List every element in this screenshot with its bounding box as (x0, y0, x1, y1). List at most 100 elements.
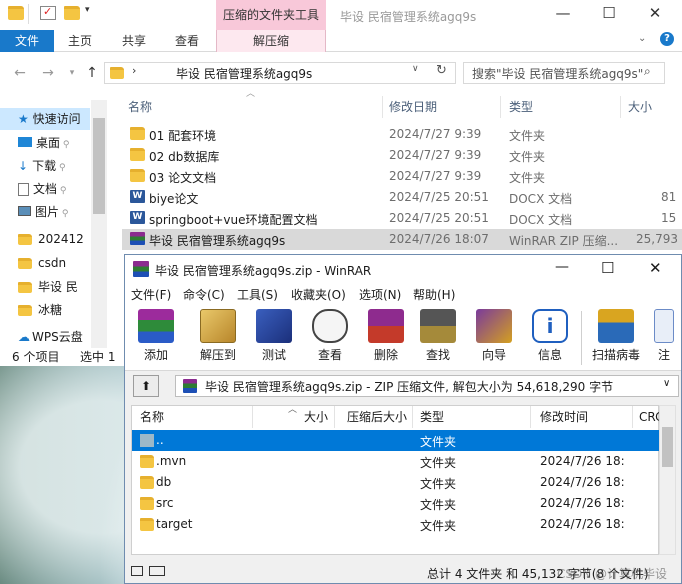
info-icon: i (532, 309, 568, 343)
help-icon[interactable]: ? (660, 32, 674, 46)
search-input[interactable]: 搜索"毕设 民宿管理系统agq9s" (472, 65, 643, 82)
column-header-name[interactable]: 名称 (128, 96, 152, 118)
archive-item-modified: 2024/7/26 18: (540, 475, 625, 489)
file-row-selected[interactable]: 毕设 民宿管理系统agq9s 2024/7/26 18:07 WinRAR ZI… (122, 229, 682, 250)
file-row[interactable]: 01 配套环境 2024/7/27 9:39 文件夹 (122, 124, 682, 145)
sort-up-icon: ︿ (288, 405, 298, 415)
properties-icon[interactable]: ✓ (40, 5, 56, 20)
expand-ribbon-icon[interactable]: ⌄ (638, 33, 646, 44)
file-name: 毕设 民宿管理系统agq9s (149, 234, 286, 248)
column-header-type[interactable]: 类型 (509, 96, 533, 118)
view-icon (312, 309, 348, 343)
archive-item-type: 文件夹 (420, 456, 457, 470)
menu-help[interactable]: 帮助(H) (413, 286, 455, 303)
nav-item-folder[interactable]: 冰糖 (18, 299, 62, 321)
view-label: 查看 (317, 348, 342, 362)
address-text[interactable]: 毕设 民宿管理系统agq9s (176, 65, 312, 82)
column-header-size[interactable]: 大小 (628, 96, 652, 118)
recent-locations-icon[interactable]: ▾ (62, 63, 82, 83)
sort-up-icon: ︿ (246, 89, 256, 99)
nav-item-folder[interactable]: 毕设 民 (18, 276, 78, 298)
file-date: 2024/7/27 9:39 (389, 127, 482, 141)
minimize-button[interactable]: — (555, 259, 569, 275)
ribbon-file-tab[interactable]: 文件 (0, 30, 54, 52)
maximize-button[interactable]: ☐ (594, 4, 624, 24)
archive-row[interactable]: .mvn 文件夹 2024/7/26 18: (132, 451, 660, 472)
column-header-modified[interactable]: 修改时间 (540, 406, 588, 428)
ribbon-tab-share[interactable]: 共享 (122, 30, 146, 52)
archive-item-modified: 2024/7/26 18: (540, 454, 625, 468)
comment-button[interactable]: 注 (649, 309, 679, 367)
parent-folder-icon (140, 434, 154, 447)
file-name: 02 db数据库 (149, 150, 220, 164)
scan-virus-button[interactable]: 扫描病毒 (587, 309, 645, 367)
test-icon (256, 309, 292, 343)
archive-row[interactable]: target 文件夹 2024/7/26 18: (132, 514, 660, 535)
back-arrow-icon[interactable]: ← (10, 63, 30, 83)
nav-item-folder[interactable]: 202412 (18, 228, 84, 250)
column-header-name[interactable]: 名称 (140, 406, 164, 428)
nav-item-folder[interactable]: csdn (18, 252, 66, 274)
view-button[interactable]: 查看 (305, 309, 355, 367)
info-button[interactable]: i 信息 (525, 309, 575, 367)
rar-archive-icon (130, 232, 145, 245)
column-header-type[interactable]: 类型 (420, 406, 444, 428)
nav-scrollbar-thumb[interactable] (93, 118, 105, 214)
download-icon: ↓ (18, 159, 29, 173)
nav-item-pictures[interactable]: 图片 ⚲ (18, 201, 68, 223)
menu-command[interactable]: 命令(C) (183, 286, 225, 303)
wizard-button[interactable]: 向导 (469, 309, 519, 367)
ribbon-tab-home[interactable]: 主页 (68, 30, 92, 52)
nav-item-label: 快速访问 (32, 112, 81, 126)
customize-toolbar-icon[interactable]: ▾ (85, 5, 90, 15)
delete-icon (368, 309, 404, 343)
winrar-toolbar: 添加 解压到 测试 查看 删除 查找 向导 i 信息 扫描病毒 注 (125, 305, 681, 371)
extract-to-button[interactable]: 解压到 (193, 309, 243, 367)
picture-icon (18, 206, 31, 216)
ribbon-tab-extract[interactable]: 解压缩 (216, 30, 326, 52)
menu-options[interactable]: 选项(N) (359, 286, 401, 303)
menu-file[interactable]: 文件(F) (131, 286, 171, 303)
up-one-level-icon[interactable]: ⬆ (133, 375, 159, 397)
add-button[interactable]: 添加 (131, 309, 181, 367)
archive-row-selected[interactable]: .. 文件夹 (132, 430, 660, 451)
find-button[interactable]: 查找 (413, 309, 463, 367)
folder-icon (140, 518, 154, 531)
nav-item-desktop[interactable]: 桌面 ⚲ (18, 132, 69, 154)
close-button[interactable]: ✕ (640, 4, 670, 24)
archive-row[interactable]: src 文件夹 2024/7/26 18: (132, 493, 660, 514)
column-header-size[interactable]: 大小 (304, 406, 328, 428)
test-button[interactable]: 测试 (249, 309, 299, 367)
nav-item-downloads[interactable]: ↓ 下载 ⚲ (18, 155, 66, 177)
search-icon[interactable]: ⌕ (644, 64, 651, 79)
refresh-icon[interactable]: ↻ (436, 63, 447, 78)
file-row[interactable]: 03 论文文档 2024/7/27 9:39 文件夹 (122, 166, 682, 187)
menu-favorites[interactable]: 收藏夹(O) (291, 286, 346, 303)
nav-item-documents[interactable]: 文档 ⚲ (18, 178, 66, 200)
close-button[interactable]: ✕ (649, 259, 662, 277)
scrollbar-thumb[interactable] (662, 427, 673, 467)
archive-item-type: 文件夹 (420, 477, 457, 491)
column-header-date[interactable]: 修改日期 (389, 96, 437, 118)
new-folder-icon[interactable] (64, 6, 80, 20)
nav-item-label: csdn (38, 256, 67, 270)
up-arrow-icon[interactable]: ↑ (82, 63, 102, 83)
delete-button[interactable]: 删除 (361, 309, 411, 367)
chevron-down-icon[interactable]: ∨ (663, 378, 670, 389)
nav-item-quick-access[interactable]: ★ 快速访问 (0, 108, 90, 130)
menu-tools[interactable]: 工具(S) (237, 286, 278, 303)
rar-archive-icon (183, 379, 197, 393)
address-dropdown-icon[interactable]: ∨ (412, 64, 419, 74)
maximize-button[interactable]: ☐ (601, 259, 614, 277)
minimize-button[interactable]: — (548, 4, 578, 24)
column-header-packed[interactable]: 压缩后大小 (347, 406, 407, 428)
file-row[interactable]: W springboot+vue环境配置文档 2024/7/25 20:51 D… (122, 208, 682, 229)
file-type: DOCX 文档 (509, 192, 573, 206)
winrar-app-icon (133, 261, 149, 277)
file-row[interactable]: W biye论文 2024/7/25 20:51 DOCX 文档 81 (122, 187, 682, 208)
archive-row[interactable]: db 文件夹 2024/7/26 18: (132, 472, 660, 493)
context-tab-group-label: 压缩的文件夹工具 (222, 8, 319, 22)
forward-arrow-icon[interactable]: → (38, 63, 58, 83)
file-row[interactable]: 02 db数据库 2024/7/27 9:39 文件夹 (122, 145, 682, 166)
ribbon-tab-view[interactable]: 查看 (175, 30, 199, 52)
